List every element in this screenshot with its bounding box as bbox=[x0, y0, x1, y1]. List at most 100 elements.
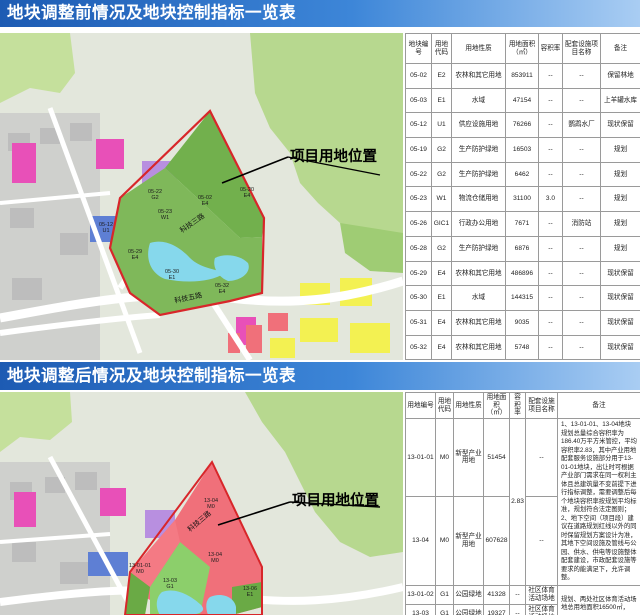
cell-facility: -- bbox=[562, 285, 601, 311]
header-parcel-no: 地块编号 bbox=[405, 33, 432, 64]
cell-land-nature: 农林和其它用地 bbox=[451, 334, 506, 361]
cell-remark: 规划 bbox=[600, 186, 640, 213]
cell-land-nature: 生产防护绿地 bbox=[451, 235, 506, 262]
table-row: 05-12 U1 供应设施用地 76266 -- 鹦鹉水厂 现状保留 bbox=[405, 112, 640, 139]
cell-land-nature: 生产防护绿地 bbox=[451, 137, 506, 163]
table-row: 05-23 W1 物流仓储用地 31100 3.0 -- 规划 bbox=[405, 186, 640, 213]
cell-land-area: 9035 bbox=[505, 309, 539, 336]
cell-remark: 现状保留 bbox=[600, 285, 640, 311]
cell-facility: -- bbox=[562, 309, 601, 336]
table-row: 05-31 E4 农林和其它用地 9035 -- -- 现状保留 bbox=[405, 309, 640, 336]
cell-facility: -- bbox=[562, 137, 601, 163]
cell-land-area: 47154 bbox=[505, 87, 539, 114]
header-land-code: 用地代码 bbox=[431, 33, 452, 64]
cell-land-nature: 农林和其它用地 bbox=[451, 260, 506, 287]
header-land-area: 用地面积（㎡） bbox=[505, 33, 539, 64]
bottom-land-indicator-table: 用地编号 用地代码 用地性质 用地面积（㎡） 容积率 配套设施项目名称 备注 1… bbox=[405, 392, 640, 615]
cell-parcel-no: 05-03 bbox=[405, 87, 432, 114]
bottom-table: 用地编号 用地代码 用地性质 用地面积（㎡） 容积率 配套设施项目名称 备注 1… bbox=[405, 392, 640, 615]
cell-land-code: GIC1 bbox=[431, 211, 452, 237]
cell-plot-ratio: -- bbox=[538, 63, 563, 89]
cell-plot-ratio: -- bbox=[538, 235, 563, 262]
commercial-parcel bbox=[14, 492, 36, 527]
cell-facility: -- bbox=[525, 418, 558, 497]
table-header-row: 用地编号 用地代码 用地性质 用地面积（㎡） 容积率 配套设施项目名称 备注 bbox=[405, 392, 640, 419]
table-row: 13-01-01 M0 新型产业用地 51454 2.83 -- 1、13-01… bbox=[405, 418, 640, 586]
table-row: 05-30 E1 水域 144315 -- -- 现状保留 bbox=[405, 285, 640, 311]
cell-land-area: 607628 bbox=[483, 495, 510, 586]
cell-facility: -- bbox=[562, 235, 601, 262]
cell-facility: -- bbox=[562, 260, 601, 287]
cell-parcel-no: 13-04 bbox=[405, 495, 436, 586]
cell-land-nature: 水域 bbox=[451, 87, 506, 114]
cell-facility: 社区体育活动场地 bbox=[525, 584, 558, 605]
cell-land-nature: 农林和其它用地 bbox=[451, 63, 506, 89]
cell-land-code: M0 bbox=[435, 495, 454, 586]
cell-parcel-no: 05-19 bbox=[405, 137, 432, 163]
cell-land-code: W1 bbox=[431, 186, 452, 213]
cell-land-code: E1 bbox=[431, 87, 452, 114]
bottom-section-title: 地块调整后情况及地块控制指标一览表 bbox=[0, 362, 640, 390]
cell-parcel-no: 05-26 bbox=[405, 211, 432, 237]
cell-facility: -- bbox=[562, 87, 601, 114]
cell-land-code: G1 bbox=[435, 584, 454, 605]
cell-plot-ratio: -- bbox=[509, 584, 526, 605]
table-row: 05-26 GIC1 行政办公用地 7671 -- 消防站 规划 bbox=[405, 211, 640, 237]
table-row: 05-28 G2 生产防护绿地 6876 -- -- 规划 bbox=[405, 235, 640, 262]
cell-land-area: 41328 bbox=[483, 584, 510, 605]
cell-land-nature: 物流仓储用地 bbox=[451, 186, 506, 213]
cell-parcel-no: 05-22 bbox=[405, 161, 432, 188]
header-land-nature: 用地性质 bbox=[453, 392, 484, 419]
cell-facility: -- bbox=[562, 186, 601, 213]
cell-land-area: 51454 bbox=[483, 418, 510, 497]
table-row: 05-22 G2 生产防护绿地 6462 -- -- 规划 bbox=[405, 161, 640, 188]
cell-plot-ratio: -- bbox=[509, 603, 526, 615]
cell-land-code: G1 bbox=[435, 603, 454, 615]
top-land-use-map: 05-02 E4 05-22 G2 05-23 W1 05-12 U1 05-29 E4 … bbox=[0, 33, 403, 360]
table-row: 05-19 G2 生产防护绿地 16503 -- -- 规划 bbox=[405, 137, 640, 163]
cell-parcel-no: 05-31 bbox=[405, 309, 432, 336]
cell-land-code: G2 bbox=[431, 235, 452, 262]
cell-parcel-no: 05-32 bbox=[405, 334, 432, 361]
cell-remark: 现状保留 bbox=[600, 260, 640, 287]
top-section-title: 地块调整前情况及地块控制指标一览表 bbox=[0, 0, 640, 27]
cell-land-nature: 水域 bbox=[451, 285, 506, 311]
header-plot-ratio: 容积率 bbox=[509, 392, 526, 419]
cell-parcel-no: 05-29 bbox=[405, 260, 432, 287]
cell-land-nature: 行政办公用地 bbox=[451, 211, 506, 237]
cell-facility: -- bbox=[562, 334, 601, 361]
cell-parcel-no: 05-30 bbox=[405, 285, 432, 311]
header-facility: 配套设施项目名称 bbox=[562, 33, 601, 64]
cell-parcel-no: 05-02 bbox=[405, 63, 432, 89]
cell-land-area: 5748 bbox=[505, 334, 539, 361]
header-land-area: 用地面积（㎡） bbox=[483, 392, 510, 419]
cell-parcel-no: 05-12 bbox=[405, 112, 432, 139]
cell-land-area: 144315 bbox=[505, 285, 539, 311]
cell-land-code: U1 bbox=[431, 112, 452, 139]
cell-facility: -- bbox=[562, 63, 601, 89]
cell-facility: 鹦鹉水厂 bbox=[562, 112, 601, 139]
cell-remark: 规划 bbox=[600, 161, 640, 188]
cell-facility: -- bbox=[562, 161, 601, 188]
cell-land-code: M0 bbox=[435, 418, 454, 497]
bottom-land-use-map: 13-04 M0 13-04 M0 13-01-01 M0 13-03 G1 13-06… bbox=[0, 392, 403, 615]
cell-remark: 现状保留 bbox=[600, 112, 640, 139]
cell-remark: 上羊罐水库 bbox=[600, 87, 640, 114]
cell-facility: 社区体育活动场地 bbox=[525, 603, 558, 615]
commercial-parcel bbox=[96, 139, 124, 169]
cell-plot-ratio: 3.0 bbox=[538, 186, 563, 213]
cell-parcel-no: 05-28 bbox=[405, 235, 432, 262]
header-land-nature: 用地性质 bbox=[451, 33, 506, 64]
cell-parcel-no: 13-01-02 bbox=[405, 584, 436, 605]
cell-land-area: 19327 bbox=[483, 603, 510, 615]
table-row: 05-32 E4 农林和其它用地 5748 -- -- 现状保留 bbox=[405, 334, 640, 361]
cell-plot-ratio: -- bbox=[538, 285, 563, 311]
cell-plot-ratio: -- bbox=[538, 334, 563, 361]
cell-land-code: E4 bbox=[431, 309, 452, 336]
cell-plot-ratio: -- bbox=[538, 211, 563, 237]
header-parcel-no: 用地编号 bbox=[405, 392, 436, 419]
cell-land-nature: 新型产业用地 bbox=[453, 418, 484, 497]
cell-remark: 规划 bbox=[600, 211, 640, 237]
cell-parcel-no: 05-23 bbox=[405, 186, 432, 213]
top-callout-label: 项目用地位置 bbox=[290, 147, 377, 165]
